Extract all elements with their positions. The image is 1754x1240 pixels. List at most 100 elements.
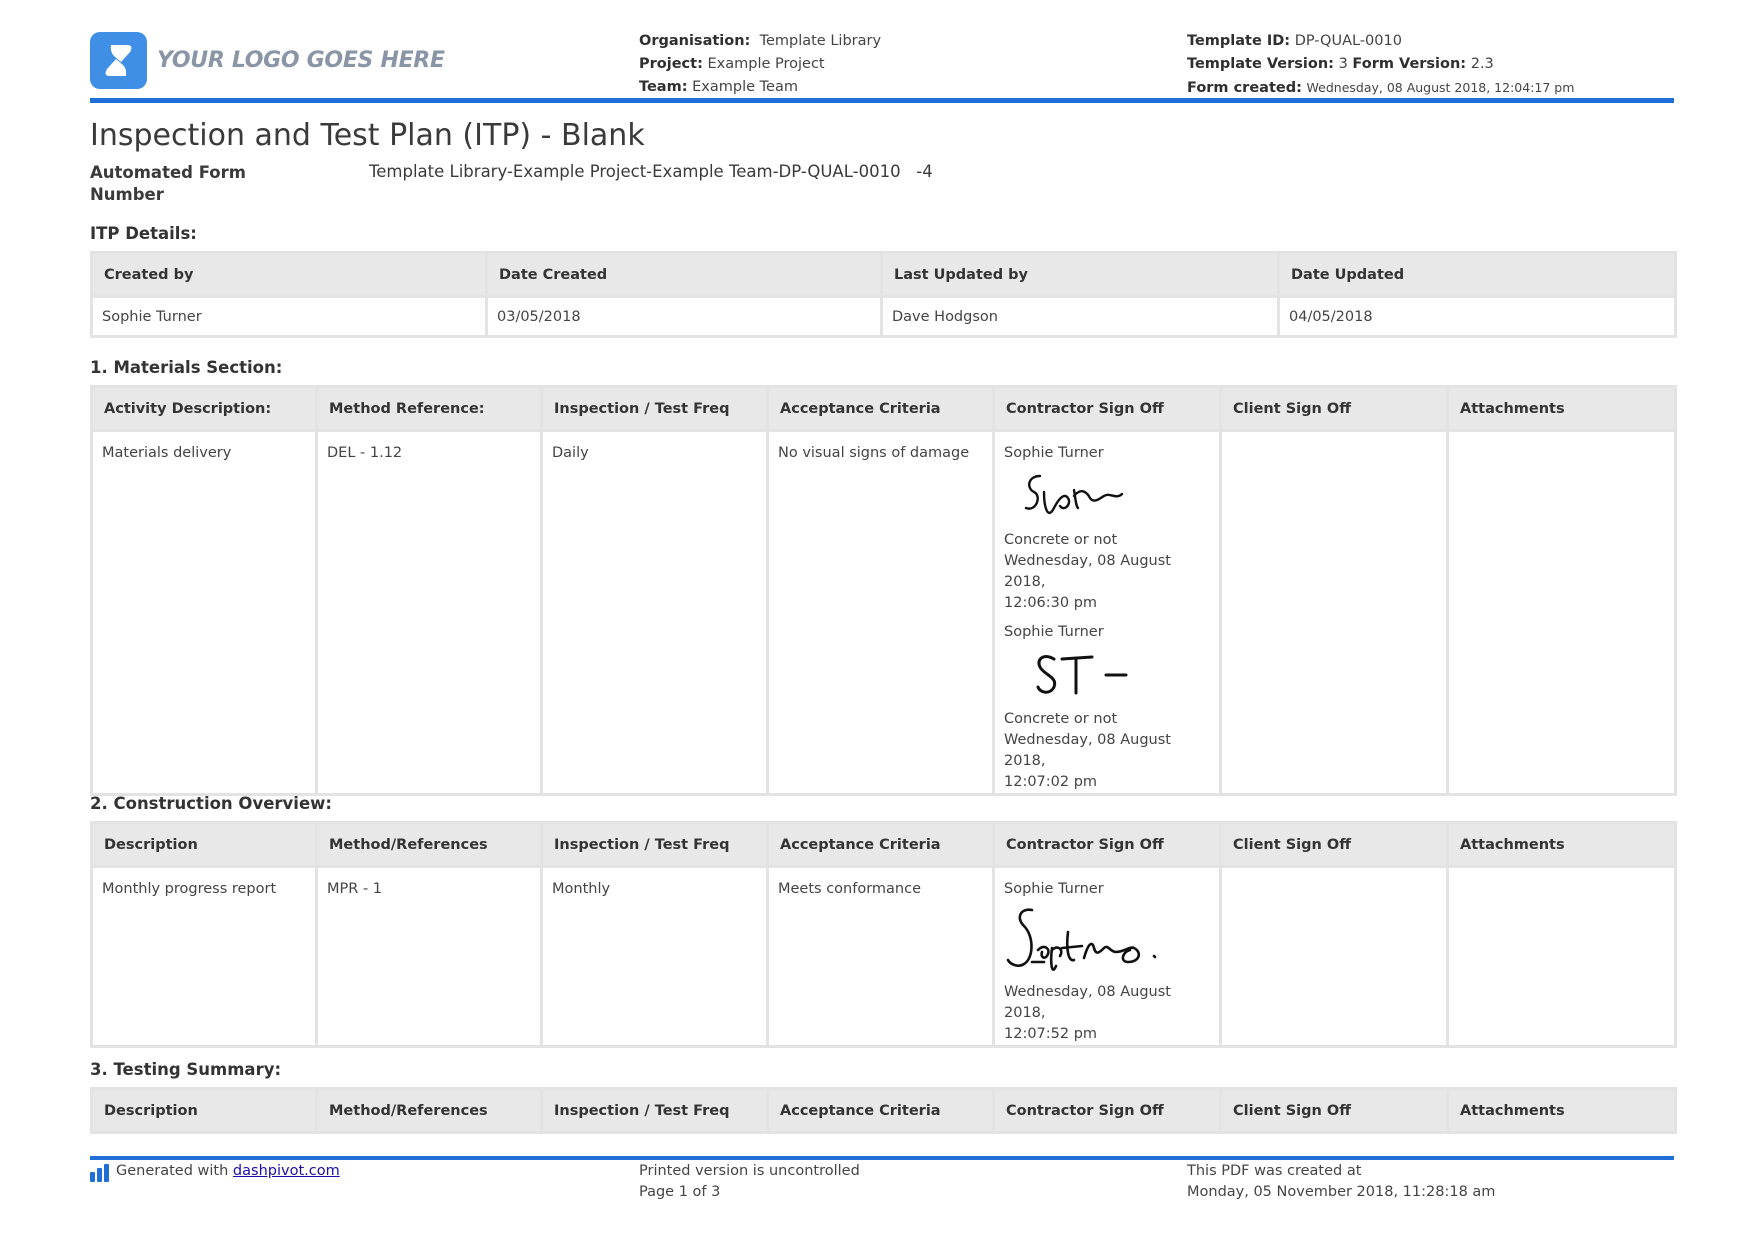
table-row: Monthly progress report MPR - 1 Monthly … [90,865,1677,1048]
description-cell: Monthly progress report [90,865,318,1048]
column-header: Attachments [1446,821,1677,868]
column-header: Date Created [485,251,883,298]
signoff-date: Wednesday, 08 August 2018, [1004,984,1171,1021]
project-value: Example Project [707,56,825,72]
activity-description-cell: Materials delivery [90,429,318,796]
column-header: Last Updated by [880,251,1280,298]
column-header: Client Sign Off [1219,385,1449,432]
column-header: Attachments [1446,1087,1677,1134]
logo-text: YOUR LOGO GOES HERE [157,48,445,73]
column-header: Inspection / Test Freq [540,385,769,432]
itp-form-page: YOUR LOGO GOES HERE Organisation: Templa… [90,0,1677,1240]
column-header: Acceptance Criteria [766,1087,995,1134]
form-header: YOUR LOGO GOES HERE Organisation: Templa… [90,30,1674,100]
header-divider [90,98,1674,103]
form-version-value: 2.3 [1470,56,1494,72]
signature-image [1006,908,1157,971]
table-row: Materials delivery DEL - 1.12 Daily No v… [90,429,1677,796]
table-header-row: Created by Date Created Last Updated by … [90,251,1677,298]
signoff-date: Wednesday, 08 August 2018, [1004,732,1171,769]
signer-name: Sophie Turner [1004,881,1104,897]
template-id-label: Template ID: [1187,33,1291,49]
attachments-cell [1446,429,1677,796]
form-meta-organisation: Organisation: Template Library Project: … [639,30,881,99]
attachments-cell [1446,865,1677,1048]
table-header-row: Description Method/References Inspection… [90,1087,1677,1134]
column-header: Created by [90,251,488,298]
signoff-time: 12:07:52 pm [1004,1026,1098,1042]
column-header: Acceptance Criteria [766,385,995,432]
column-header: Date Updated [1277,251,1677,298]
print-notice: Printed version is uncontrolled Page 1 o… [639,1161,860,1203]
automated-form-number-value: Template Library-Example Project-Example… [369,162,933,181]
footer-divider [90,1156,1674,1160]
logo-mark-icon [90,32,147,89]
column-header: Contractor Sign Off [992,385,1222,432]
dashpivot-logo-icon [90,1164,109,1182]
testing-section-title: 3. Testing Summary: [90,1060,282,1079]
signoff-time: 12:06:30 pm [1004,595,1098,611]
column-header: Activity Description: [90,385,318,432]
column-header: Client Sign Off [1219,1087,1449,1134]
organisation-value: Template Library [759,33,882,49]
signer-name: Sophie Turner [1004,445,1104,461]
signoff-note: Concrete or not [1004,711,1118,727]
form-created-label: Form created: [1187,80,1302,96]
column-header: Description [90,1087,318,1134]
automated-form-number-label: Automated Form Number [90,163,246,204]
column-header: Client Sign Off [1219,821,1449,868]
test-freq-cell: Daily [540,429,769,796]
contractor-sign-off-cell: Sophie Turner Wednesday, 08 August 2018,… [992,865,1222,1048]
signoff-note: Concrete or not [1004,532,1118,548]
company-logo: YOUR LOGO GOES HERE [90,32,445,89]
acceptance-criteria-cell: Meets conformance [766,865,995,1048]
organisation-label: Organisation: [639,33,751,49]
column-header: Contractor Sign Off [992,1087,1222,1134]
pdf-created-info: This PDF was created at Monday, 05 Novem… [1187,1161,1495,1203]
column-header: Method Reference: [315,385,543,432]
table-header-row: Description Method/References Inspection… [90,821,1677,868]
column-header: Inspection / Test Freq [540,821,769,868]
column-header: Attachments [1446,385,1677,432]
construction-section-title: 2. Construction Overview: [90,794,332,813]
last-updated-by-cell: Dave Hodgson [880,295,1280,338]
signature-image [1024,474,1124,515]
signoff-date: Wednesday, 08 August 2018, [1004,553,1171,590]
form-version-label: Form Version: [1352,56,1467,72]
template-id-value: DP-QUAL-0010 [1294,33,1402,49]
page-title: Inspection and Test Plan (ITP) - Blank [90,118,645,153]
generated-with-text: Generated with [116,1163,229,1179]
materials-table: Activity Description: Method Reference: … [90,385,1677,796]
client-sign-off-cell [1219,865,1449,1048]
date-created-cell: 03/05/2018 [485,295,883,338]
date-updated-cell: 04/05/2018 [1277,295,1677,338]
materials-section-title: 1. Materials Section: [90,358,283,377]
template-version-label: Template Version: [1187,56,1334,72]
test-freq-cell: Monthly [540,865,769,1048]
column-header: Contractor Sign Off [992,821,1222,868]
generated-with: Generated with dashpivot.com [90,1161,340,1182]
team-label: Team: [639,79,688,95]
column-header: Method/References [315,1087,543,1134]
form-meta-template: Template ID: DP-QUAL-0010 Template Versi… [1187,30,1574,100]
column-header: Acceptance Criteria [766,821,995,868]
dashpivot-link[interactable]: dashpivot.com [233,1161,340,1182]
method-reference-cell: MPR - 1 [315,865,543,1048]
pdf-created-value: Monday, 05 November 2018, 11:28:18 am [1187,1184,1496,1200]
construction-table: Description Method/References Inspection… [90,821,1677,1048]
form-created-value: Wednesday, 08 August 2018, 12:04:17 pm [1306,80,1575,95]
team-value: Example Team [692,79,798,95]
uncontrolled-notice: Printed version is uncontrolled [639,1163,860,1179]
created-by-cell: Sophie Turner [90,295,488,338]
signature-image [1036,655,1128,695]
column-header: Inspection / Test Freq [540,1087,769,1134]
table-row: Sophie Turner 03/05/2018 Dave Hodgson 04… [90,295,1677,338]
contractor-sign-off-cell: Sophie Turner Concrete or not Wednesday,… [992,429,1222,796]
signoff-time: 12:07:02 pm [1004,774,1098,790]
method-reference-cell: DEL - 1.12 [315,429,543,796]
page-number: Page 1 of 3 [639,1184,721,1200]
testing-table: Description Method/References Inspection… [90,1087,1677,1134]
project-label: Project: [639,56,703,72]
table-header-row: Activity Description: Method Reference: … [90,385,1677,432]
client-sign-off-cell [1219,429,1449,796]
